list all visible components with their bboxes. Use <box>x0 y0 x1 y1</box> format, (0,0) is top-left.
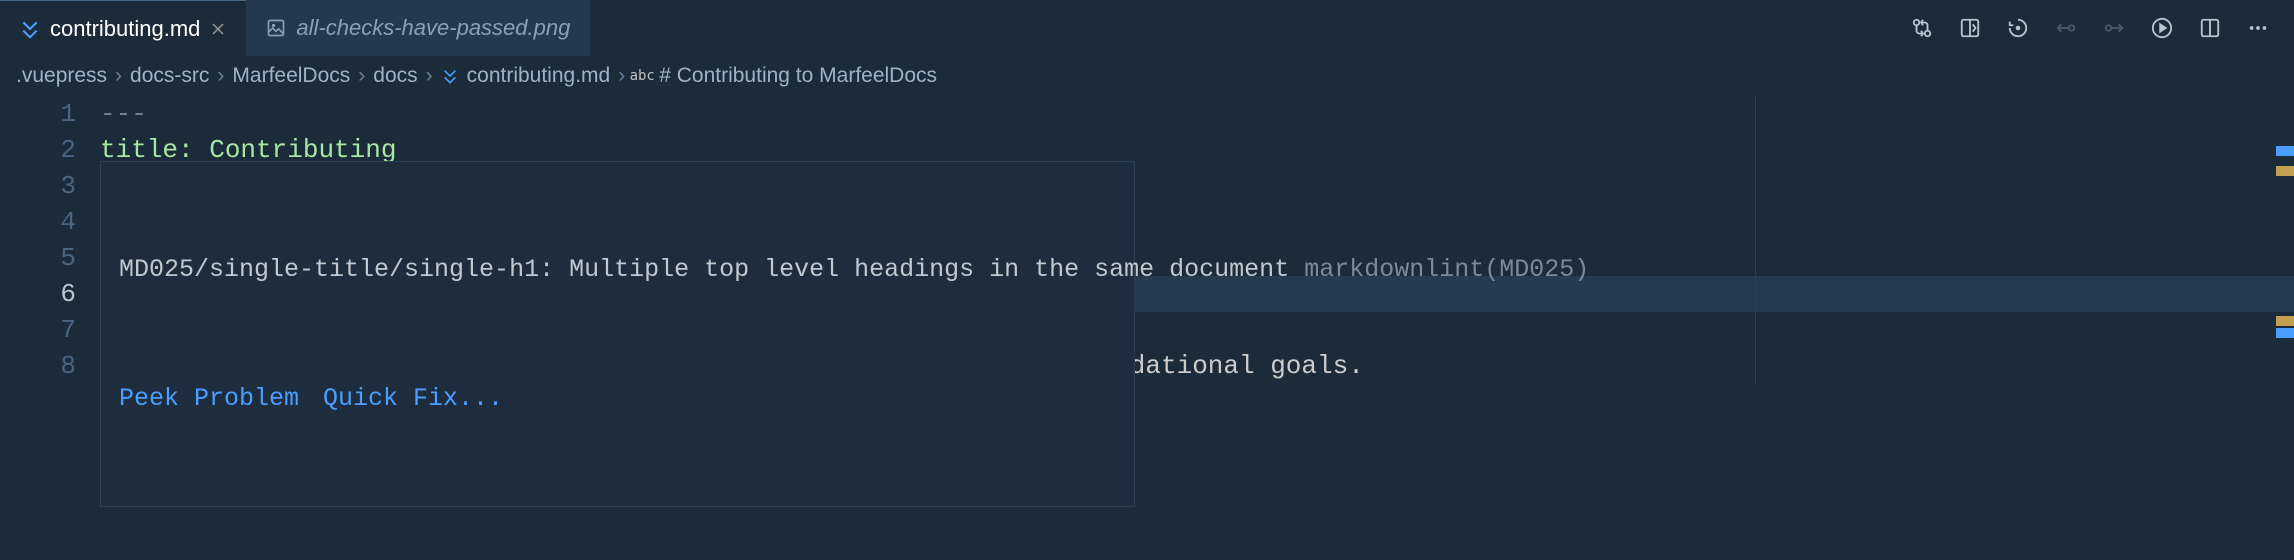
line-number: 8 <box>60 351 76 381</box>
markdown-icon <box>441 67 459 85</box>
markdown-icon <box>20 19 40 39</box>
line-number: 5 <box>60 243 76 273</box>
revert-icon[interactable] <box>2006 16 2030 40</box>
code-content[interactable]: --- title: Contributing MD025/single-tit… <box>100 96 2294 384</box>
tab-label: contributing.md <box>50 16 200 42</box>
prev-change-icon[interactable] <box>2054 16 2078 40</box>
breadcrumb[interactable]: .vuepress › docs-src › MarfeelDocs › doc… <box>0 56 2294 96</box>
tooltip-text: MD025/single-title/single-h1: Multiple t… <box>119 255 1304 284</box>
tab-contributing[interactable]: contributing.md <box>0 0 246 56</box>
chevron-right-icon: › <box>217 64 224 88</box>
code-token: --- <box>100 99 147 129</box>
tab-label: all-checks-have-passed.png <box>296 15 570 41</box>
breadcrumb-segment[interactable]: contributing.md <box>467 64 611 88</box>
minimap-marker <box>2276 166 2294 176</box>
breadcrumb-segment[interactable]: docs <box>373 64 417 88</box>
breadcrumb-segment[interactable]: # Contributing to MarfeelDocs <box>659 64 937 88</box>
line-number: 1 <box>60 99 76 129</box>
tooltip-source: markdownlint(MD025) <box>1304 255 1589 284</box>
ruler <box>1755 96 1756 384</box>
peek-problem-link[interactable]: Peek Problem <box>119 380 299 418</box>
line-number: 7 <box>60 315 76 345</box>
close-icon[interactable] <box>210 21 226 37</box>
tooltip-message: MD025/single-title/single-h1: Multiple t… <box>119 251 1116 289</box>
more-icon[interactable] <box>2246 16 2270 40</box>
line-number: 6 <box>60 279 76 309</box>
tab-bar: contributing.md all-checks-have-passed.p… <box>0 0 2294 56</box>
chevron-right-icon: › <box>358 64 365 88</box>
breadcrumb-segment[interactable]: .vuepress <box>16 64 107 88</box>
minimap-marker <box>2276 146 2294 156</box>
run-icon[interactable] <box>2150 16 2174 40</box>
split-editor-icon[interactable] <box>2198 16 2222 40</box>
image-icon <box>266 18 286 38</box>
minimap-marker <box>2276 316 2294 326</box>
preview-icon[interactable] <box>1958 16 1982 40</box>
next-change-icon[interactable] <box>2102 16 2126 40</box>
breadcrumb-segment[interactable]: MarfeelDocs <box>232 64 350 88</box>
tab-image[interactable]: all-checks-have-passed.png <box>246 0 590 56</box>
editor-toolbar <box>1910 16 2294 40</box>
code-editor[interactable]: 1 2 3 4 5 6 7 8 --- title: Contributing … <box>0 96 2294 384</box>
minimap-marker <box>2276 328 2294 338</box>
git-compare-icon[interactable] <box>1910 16 1934 40</box>
gutter: 1 2 3 4 5 6 7 8 <box>0 96 100 384</box>
line-number: 2 <box>60 135 76 165</box>
problem-hover-tooltip: MD025/single-title/single-h1: Multiple t… <box>100 161 1135 507</box>
quick-fix-link[interactable]: Quick Fix... <box>323 380 503 418</box>
chevron-right-icon: › <box>618 64 625 88</box>
symbol-text-icon: abc <box>633 67 651 85</box>
chevron-right-icon: › <box>426 64 433 88</box>
line-number: 4 <box>60 207 76 237</box>
line-number: 3 <box>60 171 76 201</box>
chevron-right-icon: › <box>115 64 122 88</box>
breadcrumb-segment[interactable]: docs-src <box>130 64 209 88</box>
overview-ruler[interactable] <box>2276 96 2294 496</box>
